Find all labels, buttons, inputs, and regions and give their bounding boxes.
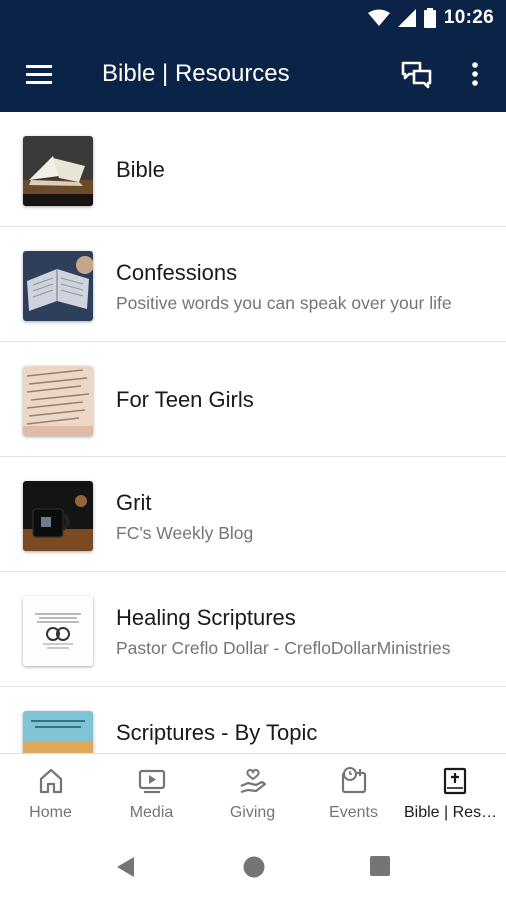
nav-label: Giving — [229, 804, 276, 821]
list-item-for-teen-girls[interactable]: For Teen Girls — [0, 342, 506, 457]
nav-home[interactable]: Home — [0, 754, 101, 834]
list-item-title: Confessions — [116, 260, 238, 285]
confessions-thumbnail — [23, 251, 93, 321]
list-item-bible[interactable]: Bible — [0, 112, 506, 227]
list-item-confessions[interactable]: Confessions Positive words you can speak… — [0, 227, 506, 342]
signal-icon — [397, 9, 416, 27]
teen-girls-thumbnail — [23, 366, 93, 436]
more-options-button[interactable] — [462, 58, 488, 92]
more-vert-icon — [472, 62, 478, 86]
list-item-title: Grit — [116, 490, 152, 515]
list-item-title: Healing Scriptures — [116, 605, 296, 630]
back-icon[interactable] — [114, 855, 138, 879]
giving-icon — [240, 768, 267, 794]
battery-icon — [423, 8, 436, 28]
bible-thumbnail — [23, 136, 93, 206]
hamburger-menu-icon — [26, 65, 52, 84]
menu-button[interactable] — [24, 60, 54, 90]
scriptures-by-topic-thumbnail — [23, 711, 93, 753]
resource-list: Bible Confessions Positive words you can… — [0, 112, 506, 753]
list-item-title: Bible — [116, 157, 165, 182]
status-icons: 10:26 — [367, 6, 494, 30]
wifi-icon — [367, 9, 390, 26]
nav-label: Events — [329, 804, 378, 821]
grit-thumbnail — [23, 481, 93, 551]
media-icon — [138, 769, 166, 794]
nav-bible-resources[interactable]: Bible | Resources — [404, 754, 505, 834]
list-item-healing-scriptures[interactable]: Healing Scriptures Pastor Creflo Dollar … — [0, 572, 506, 687]
nav-label: Media — [129, 804, 174, 821]
nav-events[interactable]: Events — [303, 754, 404, 834]
status-bar: 10:26 — [0, 0, 506, 36]
home-circle-icon[interactable] — [242, 855, 266, 879]
list-item-grit[interactable]: Grit FC's Weekly Blog — [0, 457, 506, 572]
healing-scriptures-thumbnail — [23, 596, 93, 666]
recents-icon[interactable] — [369, 855, 391, 877]
chat-icon — [401, 61, 432, 89]
nav-media[interactable]: Media — [101, 754, 202, 834]
nav-giving[interactable]: Giving — [202, 754, 303, 834]
page-title: Bible | Resources — [102, 60, 290, 87]
home-icon — [39, 768, 63, 794]
list-item-title: For Teen Girls — [116, 387, 254, 412]
app-bar: Bible | Resources — [0, 36, 506, 112]
nav-label: Home — [29, 804, 72, 821]
bottom-navigation: Home Media Giving Events Bible | Resour — [0, 753, 506, 833]
status-time: 10:26 — [443, 7, 494, 28]
list-item-subtitle: FC's Weekly Blog — [116, 523, 254, 543]
list-item-scriptures-by-topic[interactable]: Scriptures - By Topic — [0, 687, 506, 753]
system-navigation-bar — [0, 833, 506, 900]
list-item-subtitle: Pastor Creflo Dollar - CrefloDollarMinis… — [116, 638, 451, 658]
chat-button[interactable] — [400, 58, 434, 92]
bible-icon — [443, 767, 467, 795]
list-item-title: Scriptures - By Topic — [116, 720, 318, 745]
nav-label: Bible | Resources — [404, 804, 505, 821]
events-icon — [341, 767, 367, 794]
list-item-subtitle: Positive words you can speak over your l… — [116, 293, 452, 313]
